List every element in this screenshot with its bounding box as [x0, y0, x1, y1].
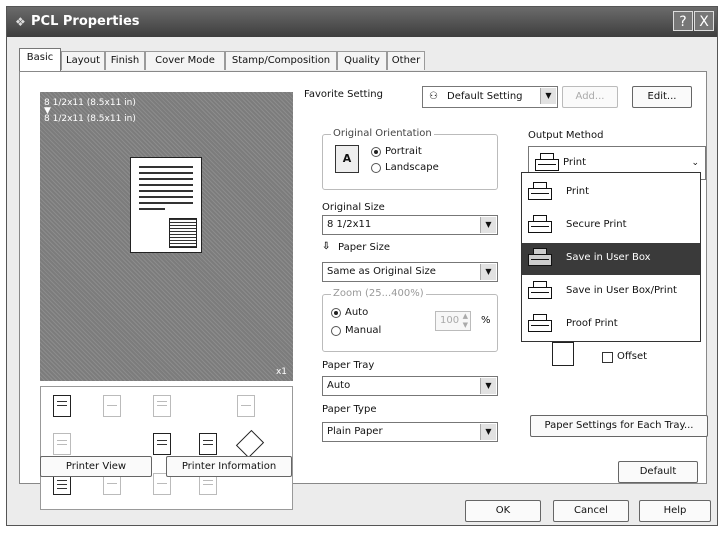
zoom-group: Zoom (25...400%) Auto Manual 100 ▲ ▼ % [322, 288, 498, 352]
menu-item-label: Proof Print [566, 318, 618, 329]
output-method-dropdown: Print Secure Print Save in User Box Save… [521, 172, 701, 342]
printer-icon: ❖ [15, 15, 26, 29]
stepper-arrows-icon: ▲ ▼ [462, 312, 468, 329]
zoom-title: Zoom (25...400%) [331, 288, 426, 299]
user-box-icon [528, 248, 554, 268]
booklet-icon[interactable] [199, 433, 217, 455]
menu-item-label: Print [566, 186, 590, 197]
document-stack-icon[interactable] [153, 395, 171, 417]
printer-information-button[interactable]: Printer Information [166, 456, 292, 477]
menu-item-save-in-user-box-print[interactable]: Save in User Box/Print [522, 276, 700, 308]
offset-icon [552, 342, 574, 366]
close-button[interactable]: X [694, 11, 714, 31]
zoom-manual-radio[interactable] [331, 326, 341, 336]
menu-item-secure-print[interactable]: Secure Print [522, 210, 700, 242]
printer-view-button[interactable]: Printer View [40, 456, 152, 477]
page-preview: 8 1/2x11 (8.5x11 in) ▼ 8 1/2x11 (8.5x11 … [40, 92, 293, 381]
printer-icon [528, 182, 554, 202]
chevron-down-icon: ▼ [480, 217, 496, 233]
tab-cover-mode[interactable]: Cover Mode [145, 51, 225, 70]
tab-quality[interactable]: Quality [337, 51, 387, 70]
paper-type-value: Plain Paper [327, 426, 383, 437]
original-size-label: Original Size [322, 202, 385, 213]
copies-count: x1 [275, 367, 287, 377]
function-icon-grid [40, 386, 293, 510]
help-title-button[interactable]: ? [673, 11, 693, 31]
secure-printer-icon [528, 215, 554, 235]
portrait-page-icon: A [335, 145, 359, 173]
favorite-setting-label: Favorite Setting [304, 89, 383, 100]
add-button[interactable]: Add... [562, 86, 618, 108]
paper-type-select[interactable]: Plain Paper ▼ [322, 422, 498, 442]
tab-basic[interactable]: Basic [19, 48, 61, 71]
zoom-value-stepper[interactable]: 100 ▲ ▼ [435, 311, 471, 331]
menu-item-proof-print[interactable]: Proof Print [522, 309, 700, 341]
ok-button[interactable]: OK [465, 500, 541, 522]
face-icon[interactable] [103, 395, 121, 417]
portrait-label: Portrait [385, 146, 422, 157]
edit-button[interactable]: Edit... [632, 86, 692, 108]
landscape-label: Landscape [385, 162, 439, 173]
offset-label: Offset [617, 351, 648, 362]
menu-item-save-in-user-box[interactable]: Save in User Box [522, 243, 700, 275]
paper-tray-select[interactable]: Auto ▼ [322, 376, 498, 396]
paper-tray-label: Paper Tray [322, 360, 375, 371]
menu-item-label: Save in User Box/Print [566, 285, 677, 296]
zoom-unit: % [481, 315, 491, 326]
offset-checkbox[interactable] [602, 352, 613, 363]
paper-tray-value: Auto [327, 380, 351, 391]
page-a-icon[interactable] [153, 433, 171, 455]
page-thumbnail [130, 157, 202, 253]
zoom-manual-label: Manual [345, 325, 382, 336]
tab-layout[interactable]: Layout [61, 51, 105, 70]
help-button[interactable]: Help [639, 500, 711, 522]
user-box-print-icon [528, 281, 554, 301]
landscape-radio[interactable] [371, 163, 381, 173]
preview-size-label-2: 8 1/2x11 (8.5x11 in) [44, 114, 136, 124]
paper-stack-icon [169, 218, 197, 248]
favorite-setting-value: Default Setting [447, 91, 523, 102]
proof-printer-icon [528, 314, 554, 334]
menu-item-label: Save in User Box [566, 252, 651, 263]
paper-size-label: Paper Size [338, 242, 391, 253]
zoom-auto-radio[interactable] [331, 308, 341, 318]
printer-icon [535, 153, 561, 173]
menu-item-print[interactable]: Print [522, 177, 700, 209]
paper-type-label: Paper Type [322, 404, 377, 415]
favorite-icon: ⚇ [429, 91, 438, 102]
preview-size-label: 8 1/2x11 (8.5x11 in) [44, 98, 136, 108]
paper-size-select[interactable]: Same as Original Size ▼ [322, 262, 498, 282]
layout-icon[interactable] [237, 395, 255, 417]
paper-size-value: Same as Original Size [327, 266, 436, 277]
print-output-icon[interactable] [53, 395, 71, 417]
zoom-auto-label: Auto [345, 307, 369, 318]
output-method-value: Print [563, 157, 587, 168]
cancel-button[interactable]: Cancel [553, 500, 629, 522]
document-icon[interactable] [53, 433, 71, 455]
original-size-select[interactable]: 8 1/2x11 ▼ [322, 215, 498, 235]
title-bar: ❖ PCL Properties ? X [7, 7, 717, 37]
staple-icon[interactable] [235, 429, 265, 459]
zoom-value: 100 [440, 315, 460, 326]
menu-item-label: Secure Print [566, 219, 627, 230]
chevron-down-icon: ▼ [480, 264, 496, 280]
chevron-down-icon: ▼ [480, 424, 496, 440]
window-title: PCL Properties [31, 14, 140, 29]
chevron-down-icon: ▼ [480, 378, 496, 394]
original-orientation-title: Original Orientation [331, 128, 434, 139]
paper-settings-each-tray-button[interactable]: Paper Settings for Each Tray... [530, 415, 708, 437]
portrait-radio[interactable] [371, 147, 381, 157]
default-button[interactable]: Default [618, 461, 698, 483]
original-orientation-group: Original Orientation A Portrait Landscap… [322, 128, 498, 190]
tab-finish[interactable]: Finish [105, 51, 145, 70]
arrow-down-icon: ⇩ [322, 241, 331, 252]
chevron-down-icon: ▼ [540, 88, 556, 104]
output-method-label: Output Method [528, 130, 604, 141]
tab-other[interactable]: Other [387, 51, 425, 70]
favorite-setting-select[interactable]: ⚇ Default Setting ▼ [422, 86, 558, 108]
original-size-value: 8 1/2x11 [327, 219, 372, 230]
tab-stamp-composition[interactable]: Stamp/Composition [225, 51, 337, 70]
